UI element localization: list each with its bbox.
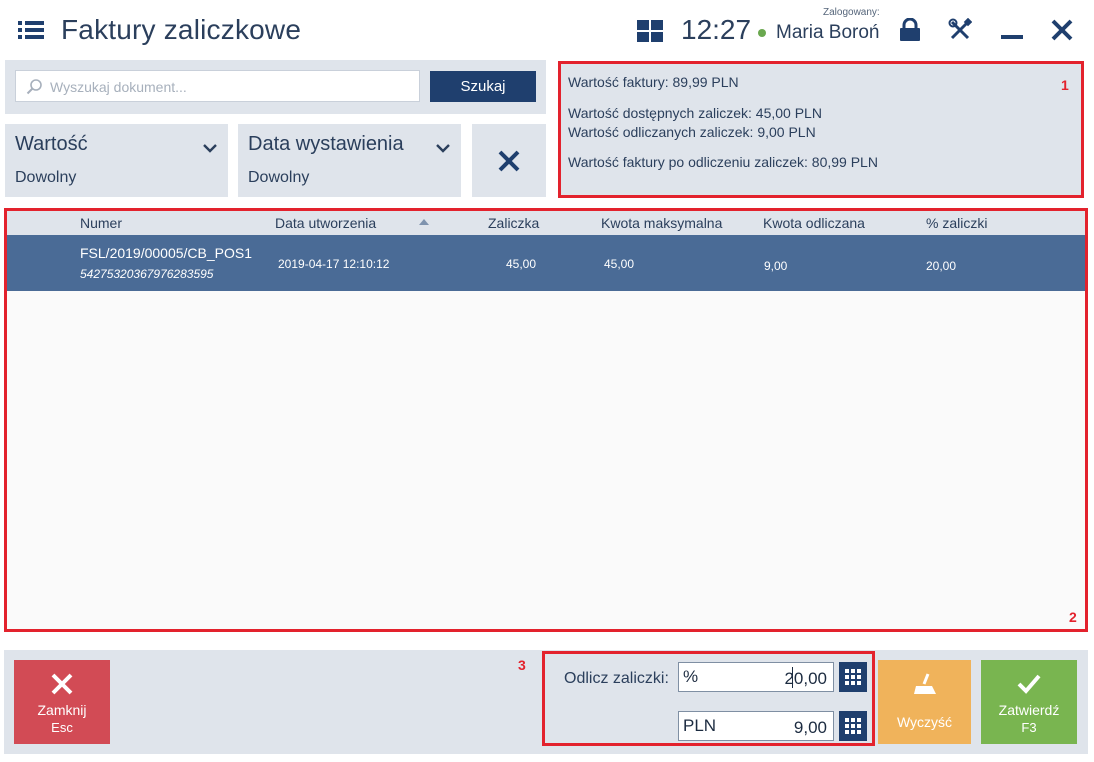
filter-value-label: Wartość: [15, 133, 88, 155]
row-advance: 45,00: [506, 257, 537, 271]
header-bar: Faktury zaliczkowe 12:27 Zalogowany: Mar…: [0, 0, 1094, 60]
column-header-created[interactable]: Data utworzenia: [275, 215, 376, 231]
deduct-pln-unit: PLN: [683, 716, 717, 735]
row-created: 2019-04-17 12:10:12: [278, 257, 390, 271]
chevron-down-icon: [203, 144, 217, 153]
tiles-icon[interactable]: [637, 20, 663, 42]
column-header-number[interactable]: Numer: [80, 215, 122, 231]
confirm-button-label: Zatwierdź: [998, 702, 1060, 718]
row-number-sub: 54275320367976283595: [80, 267, 214, 281]
invoice-value: Wartość faktury: 89,99 PLN: [568, 74, 739, 90]
row-percent: 20,00: [926, 259, 957, 273]
column-header-max-amount[interactable]: Kwota maksymalna: [601, 215, 722, 231]
table-header: Numer Data utworzenia Zaliczka Kwota mak…: [7, 211, 1085, 235]
sort-ascending-icon: [419, 219, 429, 225]
keypad-icon: [845, 718, 861, 734]
search-input[interactable]: [50, 75, 410, 99]
row-max-amount: 45,00: [604, 257, 635, 271]
check-icon: [1017, 674, 1041, 694]
deduct-percent-unit: %: [683, 667, 699, 686]
filter-value-selection: Dowolny: [15, 169, 77, 186]
clear-button[interactable]: Wyczyść: [878, 660, 971, 744]
lock-icon[interactable]: [898, 18, 922, 42]
logged-in-label: Zalogowany:: [823, 7, 880, 18]
value-after-deduction: Wartość faktury po odliczeniu zaliczek: …: [568, 154, 878, 170]
advance-invoices-table: Numer Data utworzenia Zaliczka Kwota mak…: [4, 208, 1088, 632]
search-icon: [26, 79, 42, 95]
clear-filters-button[interactable]: [472, 124, 546, 197]
keypad-icon: [845, 669, 861, 685]
table-row[interactable]: FSL/2019/00005/CB_POS1 54275320367976283…: [7, 235, 1085, 291]
chevron-down-icon: [436, 144, 450, 153]
filter-issue-date[interactable]: Data wystawienia Dowolny: [238, 124, 461, 197]
filter-issue-date-label: Data wystawienia: [248, 133, 404, 155]
column-header-advance[interactable]: Zaliczka: [488, 215, 539, 231]
search-field[interactable]: [15, 70, 420, 102]
annotation-marker-1: 1: [1061, 77, 1069, 93]
close-icon[interactable]: [1050, 18, 1074, 42]
deduct-advances-label: Odlicz zaliczki:: [564, 670, 669, 687]
close-button-label: Zamknij: [37, 702, 87, 718]
broom-icon: [913, 673, 936, 694]
filter-issue-date-selection: Dowolny: [248, 169, 310, 186]
row-deducted: 9,00: [764, 259, 788, 273]
invoice-summary-panel: Wartość faktury: 89,99 PLN Wartość dostę…: [558, 61, 1084, 198]
column-header-percent[interactable]: % zaliczki: [926, 215, 987, 231]
pln-keypad-button[interactable]: [839, 711, 867, 741]
menu-icon[interactable]: [18, 20, 44, 40]
filter-value[interactable]: Wartość Dowolny: [5, 124, 228, 197]
available-advances-value: Wartość dostępnych zaliczek: 45,00 PLN: [568, 105, 822, 121]
search-button[interactable]: Szukaj: [430, 71, 536, 102]
column-header-deducted[interactable]: Kwota odliczana: [763, 215, 865, 231]
annotation-marker-3: 3: [518, 657, 526, 673]
close-button[interactable]: Zamknij Esc: [14, 660, 110, 744]
minimize-icon[interactable]: [1000, 18, 1024, 42]
row-number: FSL/2019/00005/CB_POS1: [80, 245, 253, 261]
deducted-advances-value: Wartość odliczanych zaliczek: 9,00 PLN: [568, 124, 816, 140]
deduct-pln-value: 9,00: [793, 718, 827, 737]
clear-button-label: Wyczyść: [896, 714, 953, 730]
deduct-percent-value: 20,00: [784, 669, 827, 688]
user-name[interactable]: Maria Boroń: [776, 22, 880, 44]
clear-filters-icon: [498, 150, 520, 171]
tools-icon[interactable]: [948, 18, 972, 42]
search-panel: Szukaj: [5, 60, 546, 114]
close-x-icon: [51, 673, 73, 695]
annotation-marker-2: 2: [1069, 609, 1077, 625]
deduct-advances-panel: Odlicz zaliczki: % 20,00 PLN 9,00: [542, 651, 875, 746]
confirm-button-shortcut: F3: [1021, 720, 1037, 735]
clock: 12:27: [681, 14, 752, 45]
confirm-button[interactable]: Zatwierdź F3: [981, 660, 1077, 744]
close-button-shortcut: Esc: [51, 720, 73, 735]
percent-keypad-button[interactable]: [839, 662, 867, 692]
deduct-percent-field[interactable]: % 20,00: [678, 662, 834, 692]
page-title: Faktury zaliczkowe: [61, 14, 302, 45]
online-status-icon: [758, 29, 766, 37]
deduct-pln-field[interactable]: PLN 9,00: [678, 711, 834, 741]
